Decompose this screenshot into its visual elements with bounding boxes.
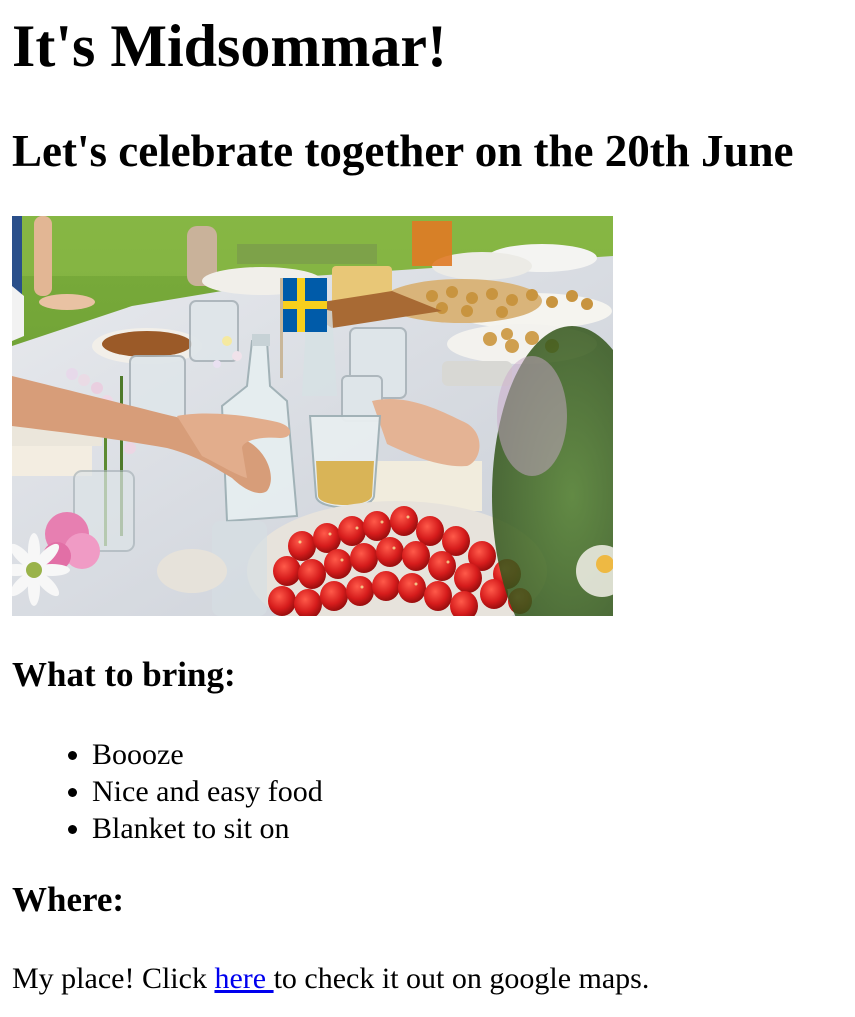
page-title: It's Midsommar! [12, 13, 447, 79]
where-text-before: My place! Click [12, 962, 215, 995]
list-item: Nice and easy food [92, 773, 855, 810]
midsummer-photo [12, 216, 613, 616]
page: It's Midsommar! Let's celebrate together… [0, 0, 855, 997]
bring-list: Boooze Nice and easy food Blanket to sit… [12, 736, 855, 847]
where-paragraph: My place! Click here to check it out on … [12, 961, 855, 997]
maps-link[interactable]: here [214, 962, 273, 995]
bring-heading: What to bring: [12, 655, 236, 694]
list-item: Boooze [92, 736, 855, 773]
where-text-after: to check it out on google maps. [273, 962, 650, 995]
where-heading: Where: [12, 880, 125, 919]
list-item: Blanket to sit on [92, 810, 855, 847]
page-subtitle: Let's celebrate together on the 20th Jun… [12, 126, 794, 176]
